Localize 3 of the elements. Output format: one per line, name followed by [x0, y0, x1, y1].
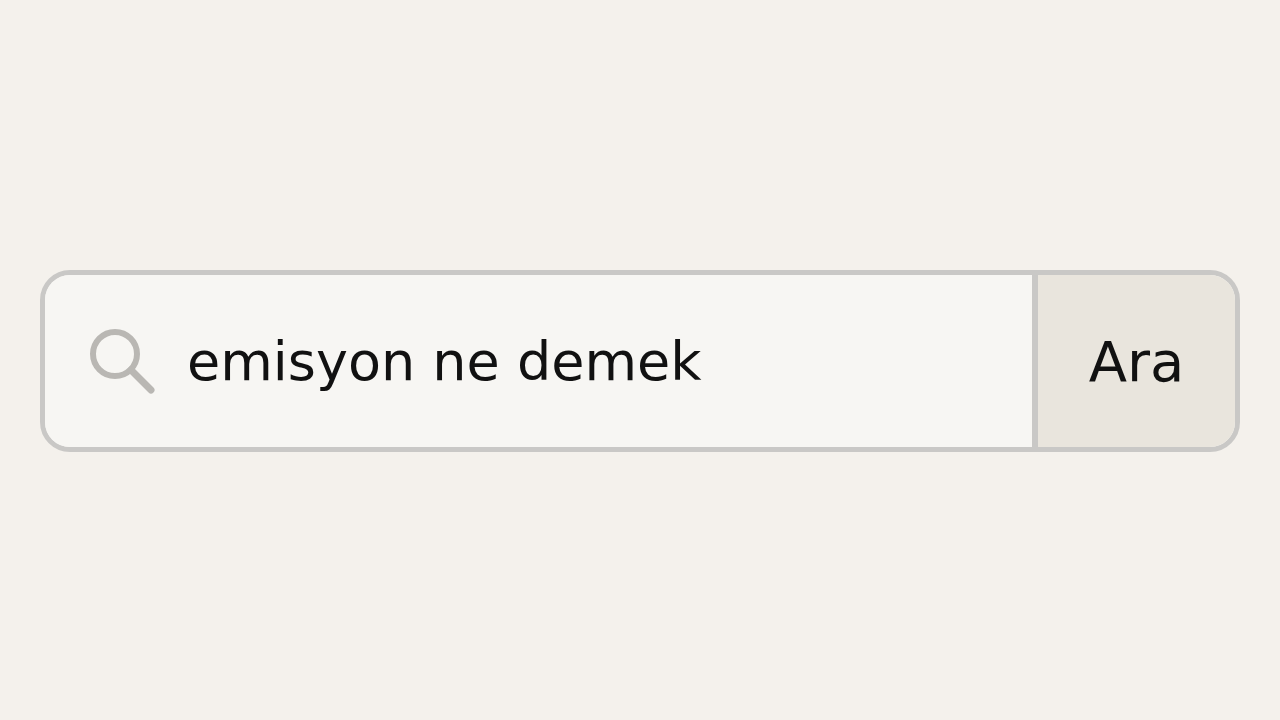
search-field[interactable]: emisyon ne demek [187, 329, 967, 393]
search-button[interactable]: Ara [1032, 275, 1235, 447]
search-icon [87, 326, 157, 396]
